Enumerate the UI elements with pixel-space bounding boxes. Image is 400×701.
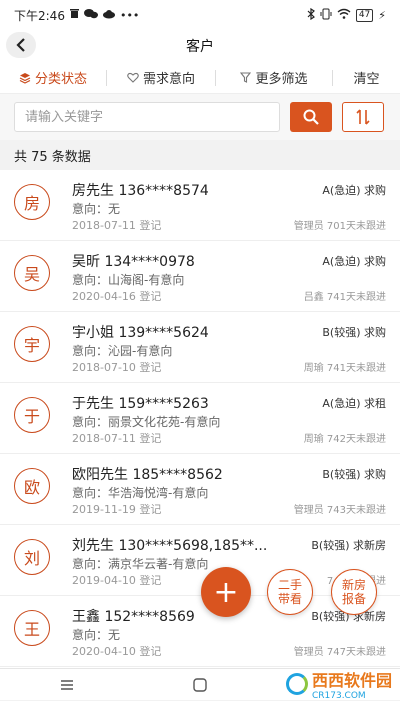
follow-status: 管理员 701天未跟进	[293, 221, 386, 232]
charging-icon: ⚡	[378, 8, 386, 22]
customer-name: 刘先生 130****5698,185**...	[72, 538, 268, 554]
filter-demand-intent[interactable]: 需求意向	[107, 62, 215, 93]
list-item[interactable]: 欧 欧阳先生 185****8562 意向：华浩海悦湾-有意向 2019-11-…	[0, 454, 400, 525]
customer-intent: 意向：华浩海悦湾-有意向	[72, 486, 209, 500]
filter-bar: 分类状态 需求意向 更多筛选 清空	[0, 62, 400, 94]
customer-intent: 意向：无	[72, 202, 121, 216]
customer-intent: 意向：无	[72, 628, 121, 642]
filter-category-status[interactable]: 分类状态	[0, 62, 106, 93]
register-date: 2019-04-10 登记	[72, 574, 162, 587]
demand-level: B(较强) 求新房	[307, 537, 386, 553]
register-date: 2020-04-10 登记	[72, 645, 162, 658]
register-date: 2018-07-11 登记	[72, 432, 162, 445]
register-date: 2018-07-11 登记	[72, 219, 162, 232]
follow-status: 管理员 747天未跟进	[293, 647, 386, 658]
vibrate-icon	[320, 8, 332, 23]
wechat-icon	[83, 8, 98, 22]
demand-level: B(较强) 求购	[318, 466, 386, 482]
sort-icon	[356, 109, 370, 125]
fab-label: 新房	[341, 578, 366, 592]
header: 客户	[0, 30, 400, 62]
search-icon	[303, 109, 319, 125]
menu-icon[interactable]	[47, 675, 87, 695]
search-row	[0, 94, 400, 140]
bluetooth-icon	[307, 7, 315, 23]
avatar: 房	[14, 184, 50, 220]
avatar: 王	[14, 610, 50, 646]
watermark-text: 西西软件园	[311, 671, 392, 690]
search-input[interactable]	[14, 102, 280, 132]
logo-icon	[285, 673, 308, 695]
status-time: 下午2:46	[14, 8, 65, 23]
second-hand-viewing-button[interactable]: 二手 带看	[267, 569, 313, 615]
customer-name: 吴昕 134****0978	[72, 254, 195, 270]
list-item[interactable]: 吴 吴昕 134****0978 意向：山海阁-有意向 2020-04-16 登…	[0, 241, 400, 312]
demand-level: B(较强) 求购	[318, 324, 386, 340]
register-date: 2020-04-16 登记	[72, 290, 162, 303]
avatar: 吴	[14, 255, 50, 291]
demand-level: A(急迫) 求租	[318, 395, 386, 411]
avatar: 于	[14, 397, 50, 433]
funnel-icon	[240, 72, 252, 83]
list-item[interactable]: 房 房先生 136****8574 意向：无 2018-07-11 登记 A(急…	[0, 170, 400, 241]
list-item[interactable]: 宇 宇小姐 139****5624 意向：沁园-有意向 2018-07-10 登…	[0, 312, 400, 383]
customer-name: 房先生 136****8574	[72, 183, 209, 199]
chevron-left-icon	[16, 38, 25, 52]
heart-icon	[127, 72, 139, 83]
filter-label: 需求意向	[142, 72, 195, 87]
filter-more[interactable]: 更多筛选	[216, 62, 332, 93]
filter-label: 分类状态	[34, 72, 87, 87]
status-right: 47 ⚡	[307, 7, 386, 23]
follow-status: 管理员 743天未跟进	[293, 505, 386, 516]
list-item[interactable]: 于 于先生 159****5263 意向：丽景文化花苑-有意向 2018-07-…	[0, 383, 400, 454]
customer-intent: 意向：山海阁-有意向	[72, 273, 185, 287]
customer-intent: 意向：满京华云著-有意向	[72, 557, 209, 571]
page-title: 客户	[186, 39, 214, 55]
avatar: 宇	[14, 326, 50, 362]
wifi-icon	[337, 8, 351, 22]
new-house-report-button[interactable]: 新房 报备	[331, 569, 377, 615]
cloud-icon	[102, 9, 116, 22]
status-left: 下午2:46 •••	[14, 7, 139, 24]
customer-intent: 意向：沁园-有意向	[72, 344, 173, 358]
customer-name: 王鑫 152****8569	[72, 609, 195, 625]
home-icon[interactable]	[180, 675, 220, 695]
dots-icon: •••	[119, 8, 140, 22]
trash-icon	[69, 8, 80, 22]
register-date: 2019-11-19 登记	[72, 503, 162, 516]
watermark-logo: 西西软件园 CR173.COM	[285, 670, 392, 701]
status-bar: 下午2:46 ••• 47 ⚡	[0, 0, 400, 30]
clear-filters-button[interactable]: 清空	[333, 62, 400, 93]
battery-icon: 47	[355, 8, 374, 22]
demand-level: A(急迫) 求购	[318, 182, 386, 198]
follow-status: 周瑜 742天未跟进	[303, 434, 386, 445]
register-date: 2018-07-10 登记	[72, 361, 162, 374]
add-customer-button[interactable]: +	[201, 567, 251, 617]
demand-level: A(急迫) 求购	[318, 253, 386, 269]
avatar: 欧	[14, 468, 50, 504]
customer-name: 宇小姐 139****5624	[72, 325, 209, 341]
back-button[interactable]	[6, 32, 36, 58]
plus-icon: +	[213, 574, 239, 610]
fab-label: 二手	[277, 578, 302, 592]
sort-button[interactable]	[342, 102, 384, 132]
customer-name: 欧阳先生 185****8562	[72, 467, 223, 483]
follow-status: 周瑜 741天未跟进	[303, 363, 386, 374]
filter-label: 更多筛选	[255, 72, 308, 87]
record-count: 共 75 条数据	[0, 140, 400, 170]
customer-intent: 意向：丽景文化花苑-有意向	[72, 415, 221, 429]
stack-icon	[19, 72, 31, 84]
fab-label: 带看	[277, 592, 302, 606]
fab-label: 报备	[341, 592, 366, 606]
avatar: 刘	[14, 539, 50, 575]
search-button[interactable]	[290, 102, 332, 132]
filter-label: 清空	[353, 72, 380, 87]
follow-status: 吕鑫 741天未跟进	[303, 292, 386, 303]
customer-name: 于先生 159****5263	[72, 396, 209, 412]
